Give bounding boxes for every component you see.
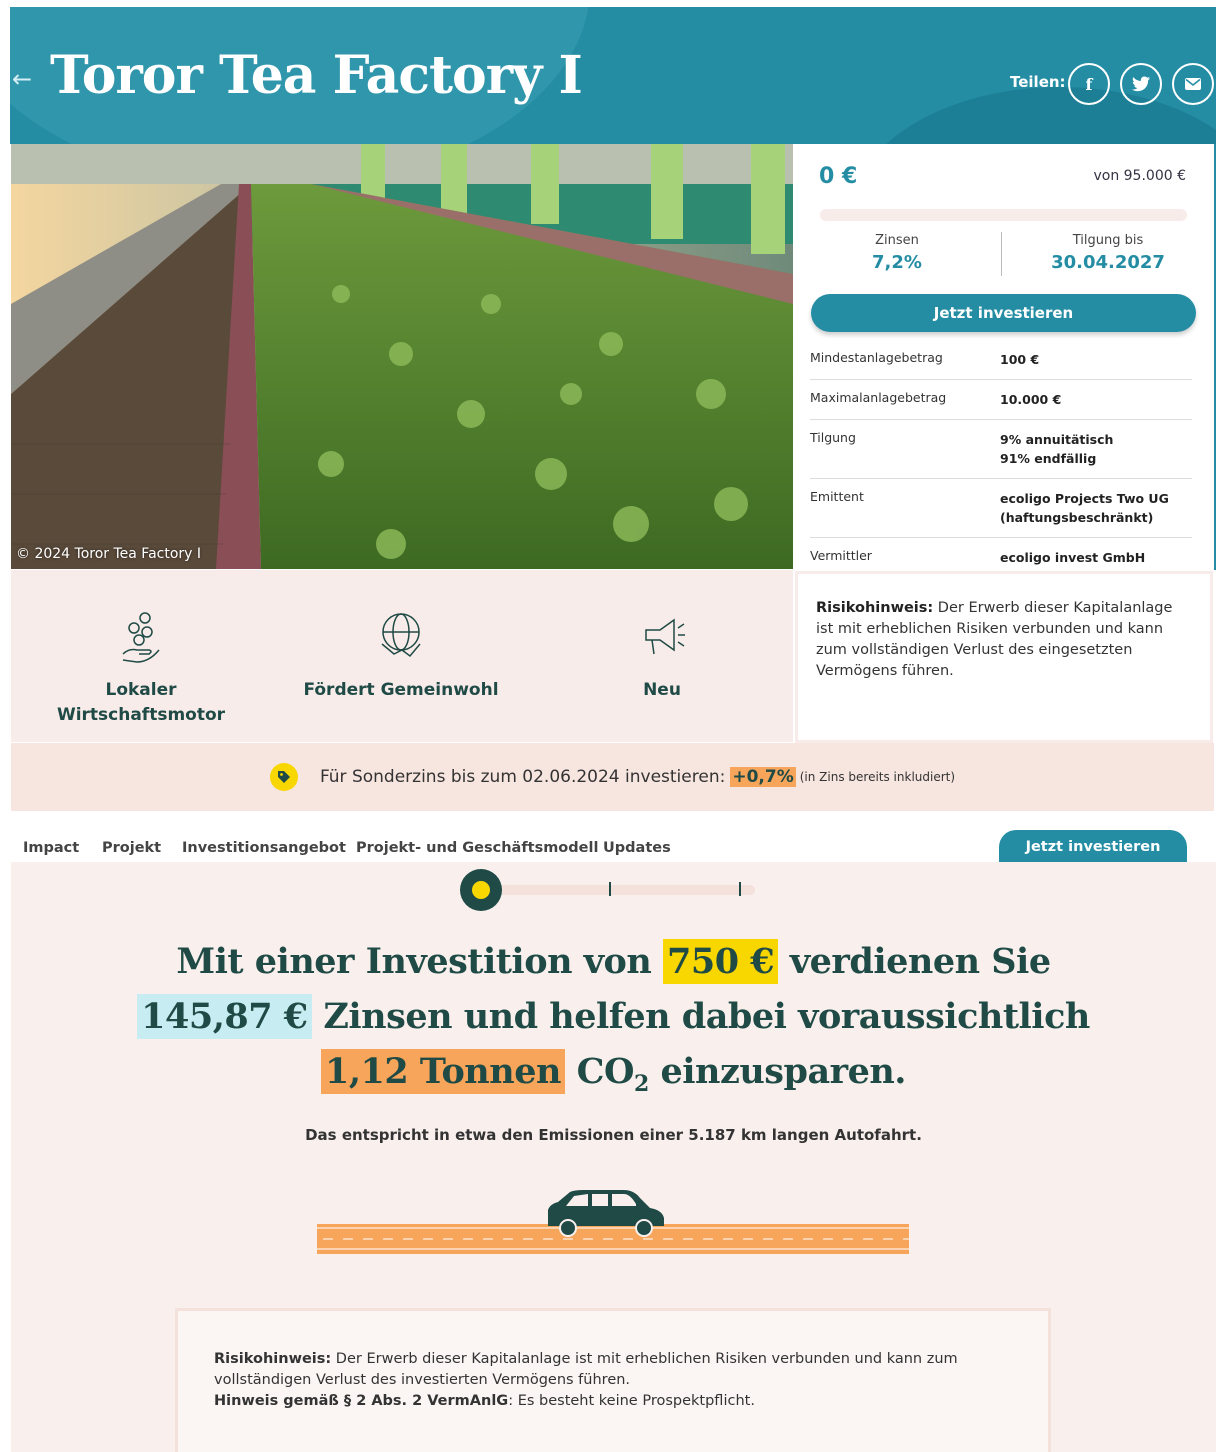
raised-amount: 0 € bbox=[819, 164, 858, 189]
legal-hint-text: : Es besteht keine Prospektpflicht. bbox=[508, 1393, 755, 1409]
section-nav: Impact Projekt Investitionsangebot Proje… bbox=[11, 812, 1214, 864]
terms-value: 100 € bbox=[1000, 352, 1040, 367]
nav-business-model[interactable]: Projekt- und Geschäftsmodell bbox=[356, 840, 598, 856]
legal-hint-title: Hinweis gemäß § 2 Abs. 2 VermAnlG bbox=[214, 1393, 509, 1409]
emission-equivalent: Das entspricht in etwa den Emissionen ei… bbox=[305, 1126, 922, 1144]
tag-icon bbox=[269, 763, 298, 791]
header-decoration bbox=[850, 87, 1216, 144]
share-label: Teilen: bbox=[1010, 73, 1066, 91]
investment-amount: 750 € bbox=[663, 939, 779, 984]
investment-panel: 0 € von 95.000 € Zinsen 7,2% Tilgung bis… bbox=[793, 144, 1216, 570]
repayment-value: 30.04.2027 bbox=[1051, 252, 1165, 273]
terms-label: Vermittler bbox=[810, 548, 872, 563]
back-arrow-icon[interactable]: ← bbox=[12, 65, 32, 93]
invest-button[interactable]: Jetzt investieren bbox=[811, 294, 1196, 332]
headline-text: Mit einer Investition von bbox=[176, 941, 652, 982]
investment-slider-track[interactable] bbox=[491, 885, 755, 895]
feature-label: Neu bbox=[643, 680, 681, 700]
terms-row: Mindestanlagebetrag 100 € bbox=[810, 340, 1192, 380]
feature-label: Fördert Gemeinwohl bbox=[303, 680, 499, 700]
facebook-share-button[interactable]: f bbox=[1068, 63, 1110, 105]
impact-headline: Mit einer Investition von 750 € verdiene… bbox=[11, 934, 1216, 1112]
headline-text: einzusparen. bbox=[660, 1051, 906, 1092]
hero-image: © 2024 Toror Tea Factory I bbox=[11, 144, 793, 569]
terms-label: Emittent bbox=[810, 489, 864, 504]
terms-row: Maximalanlagebetrag 10.000 € bbox=[810, 380, 1192, 420]
terms-row: Emittent ecoligo Projects Two UG (haftung… bbox=[810, 479, 1192, 538]
nav-invest-button[interactable]: Jetzt investieren bbox=[999, 830, 1187, 864]
page-header: ← Toror Tea Factory I Teilen: f bbox=[10, 7, 1216, 144]
terms-value: 10.000 € bbox=[1000, 392, 1062, 407]
mail-share-button[interactable] bbox=[1172, 63, 1214, 105]
terms-value: ecoligo Projects Two UG (haftungsbeschrä… bbox=[1000, 491, 1169, 525]
nav-updates[interactable]: Updates bbox=[603, 840, 671, 856]
interest-value: 7,2% bbox=[872, 252, 922, 273]
megaphone-icon bbox=[645, 618, 685, 655]
terms-row: Tilgung 9% annuitätisch 91% endfällig bbox=[810, 420, 1192, 479]
feature-new: Neu bbox=[542, 610, 782, 703]
twitter-share-button[interactable] bbox=[1120, 63, 1162, 105]
coins-hand-icon bbox=[122, 612, 160, 663]
globe-handshake-icon bbox=[381, 613, 421, 658]
feature-common-good: Fördert Gemeinwohl bbox=[281, 610, 521, 703]
bonus-interest-banner: Für Sonderzins bis zum 02.06.2024 invest… bbox=[11, 743, 1214, 811]
terms-value: 9% annuitätisch 91% endfällig bbox=[1000, 432, 1114, 466]
twitter-icon bbox=[1132, 76, 1150, 92]
co2-amount: 1,12 Tonnen bbox=[321, 1049, 565, 1094]
terms-label: Maximalanlagebetrag bbox=[810, 390, 947, 405]
nav-project[interactable]: Projekt bbox=[102, 840, 161, 856]
car-icon bbox=[548, 1190, 664, 1237]
promo-bonus: +0,7% bbox=[730, 767, 796, 787]
headline-text: Zinsen und helfen dabei voraussichtlich bbox=[323, 996, 1090, 1037]
slider-tick bbox=[609, 882, 611, 896]
page-title: Toror Tea Factory I bbox=[50, 45, 583, 106]
funding-progress-bar bbox=[820, 209, 1187, 221]
feature-local-economy: Lokaler Wirtschaftsmotor bbox=[21, 610, 261, 728]
terms-label: Mindestanlagebetrag bbox=[810, 350, 943, 365]
mail-icon bbox=[1185, 78, 1201, 90]
risk-notice: Risikohinweis: Der Erwerb dieser Kapital… bbox=[795, 571, 1213, 743]
investment-slider-handle[interactable] bbox=[460, 869, 502, 911]
co2-label: CO2 bbox=[576, 1051, 650, 1097]
risk-notice-title: Risikohinweis: bbox=[816, 600, 934, 616]
promo-text: Für Sonderzins bis zum 02.06.2024 invest… bbox=[319, 767, 726, 787]
feature-label: Lokaler Wirtschaftsmotor bbox=[56, 680, 226, 725]
headline-text: verdienen Sie bbox=[789, 941, 1051, 982]
terms-value: ecoligo invest GmbH bbox=[1000, 550, 1146, 565]
features-section: Lokaler Wirtschaftsmotor Fördert Gemeinw… bbox=[11, 570, 793, 742]
slider-tick bbox=[739, 882, 741, 896]
terms-label: Tilgung bbox=[810, 430, 856, 445]
image-copyright: © 2024 Toror Tea Factory I bbox=[16, 546, 202, 562]
repayment-label: Tilgung bis bbox=[1072, 233, 1144, 248]
interest-label: Zinsen bbox=[875, 233, 919, 248]
facebook-icon: f bbox=[1085, 74, 1093, 94]
promo-note: (in Zins bereits inkludiert) bbox=[799, 770, 956, 784]
nav-impact[interactable]: Impact bbox=[23, 840, 79, 856]
nav-investment-offer[interactable]: Investitionsangebot bbox=[182, 840, 346, 856]
terms-table: Mindestanlagebetrag 100 € Maximalanlagebet… bbox=[810, 340, 1192, 577]
tea-factory-illustration bbox=[11, 144, 793, 569]
legal-notice: Risikohinweis: Der Erwerb dieser Kapital… bbox=[175, 1308, 1051, 1452]
funding-goal: von 95.000 € bbox=[1093, 168, 1186, 184]
interest-amount: 145,87 € bbox=[137, 994, 312, 1039]
impact-section: Mit einer Investition von 750 € verdiene… bbox=[11, 862, 1216, 1452]
stat-divider bbox=[1001, 232, 1002, 276]
legal-risk-title: Risikohinweis: bbox=[214, 1351, 332, 1367]
